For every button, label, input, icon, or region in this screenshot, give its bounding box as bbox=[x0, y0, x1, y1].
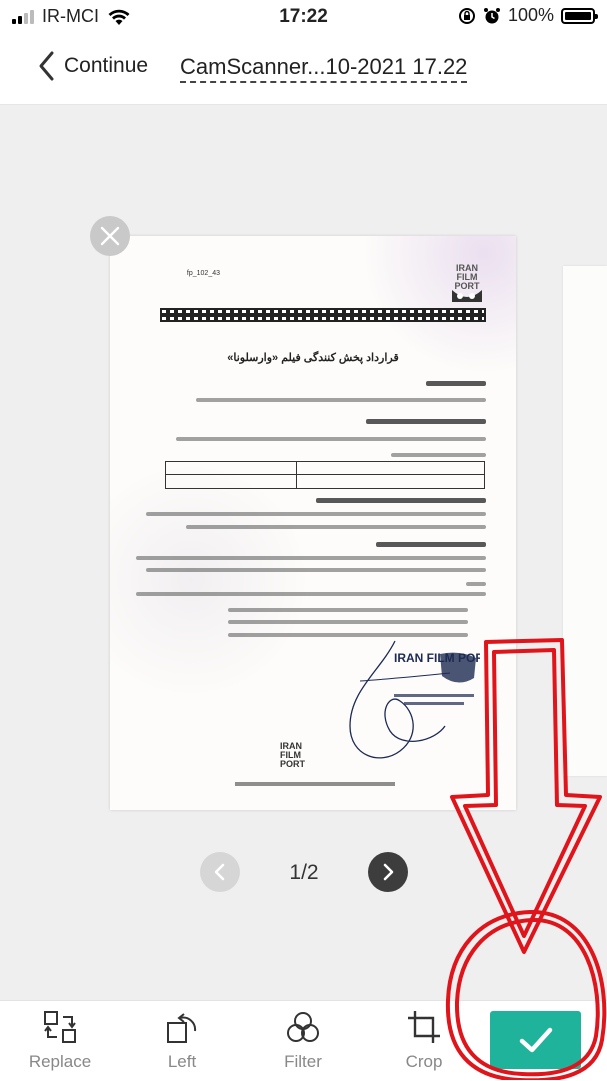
status-bar: IR-MCI 17:22 100% bbox=[0, 0, 607, 34]
text-line bbox=[146, 568, 486, 572]
film-strip-divider bbox=[160, 308, 486, 322]
alarm-icon bbox=[483, 7, 500, 23]
text-line bbox=[136, 556, 486, 560]
scanned-page[interactable]: IRAN FILM PORT fp_102_43 قرارداد پخش کنن… bbox=[110, 236, 516, 810]
crop-icon bbox=[408, 1011, 440, 1043]
text-line bbox=[391, 453, 486, 457]
footer-contact-line bbox=[235, 782, 395, 786]
text-line bbox=[316, 498, 486, 503]
back-button[interactable]: Continue bbox=[36, 50, 148, 82]
document-title[interactable]: CamScanner...10-2021 17.22 bbox=[180, 54, 468, 83]
chevron-left-icon bbox=[39, 51, 54, 81]
page-preview-area[interactable]: IRAN FILM PORT fp_102_43 قرارداد پخش کنن… bbox=[0, 105, 607, 1000]
footer-logo: IRAN FILM PORT bbox=[280, 742, 350, 769]
battery-icon bbox=[561, 7, 598, 24]
text-line bbox=[426, 381, 486, 386]
status-right: 100% bbox=[458, 5, 598, 26]
text-line bbox=[176, 437, 486, 441]
confirm-button[interactable] bbox=[490, 1011, 581, 1069]
text-line bbox=[366, 419, 486, 424]
footer-logo-text: IRAN FILM PORT bbox=[280, 741, 306, 769]
text-line bbox=[186, 525, 486, 529]
text-line bbox=[228, 608, 468, 612]
text-line bbox=[146, 512, 486, 516]
replace-label: Replace bbox=[28, 1052, 92, 1071]
document-table bbox=[165, 461, 485, 489]
text-line bbox=[196, 398, 486, 402]
page-indicator: 1/2 bbox=[289, 861, 319, 884]
document-date-block: fp_102_43 bbox=[160, 268, 220, 279]
rotate-left-icon bbox=[167, 1013, 197, 1043]
document-number: fp_102_43 bbox=[186, 270, 220, 277]
checkmark-icon bbox=[519, 1027, 553, 1053]
next-page-button[interactable] bbox=[368, 852, 408, 892]
rotation-lock-icon bbox=[458, 7, 475, 24]
filter-button[interactable]: Filter bbox=[258, 1009, 348, 1072]
battery-percent: 100% bbox=[507, 5, 554, 25]
chevron-right-icon bbox=[383, 863, 394, 881]
crop-label: Crop bbox=[405, 1052, 443, 1071]
rotate-left-button[interactable]: Left bbox=[137, 1009, 227, 1072]
text-line bbox=[376, 542, 486, 547]
company-stamp: IRAN FILM PORT bbox=[394, 651, 480, 705]
next-page-thumbnail[interactable] bbox=[563, 266, 607, 776]
filter-label: Filter bbox=[284, 1052, 322, 1071]
text-line bbox=[136, 592, 486, 596]
filter-icon bbox=[287, 1012, 319, 1042]
rotate-left-label: Left bbox=[167, 1052, 197, 1071]
film-reel-icon bbox=[452, 290, 482, 302]
back-label: Continue bbox=[64, 54, 149, 77]
text-line bbox=[466, 582, 486, 586]
crop-button[interactable]: Crop bbox=[379, 1009, 469, 1072]
nav-bar: Continue CamScanner...10-2021 17.22 bbox=[0, 34, 607, 105]
replace-icon bbox=[44, 1011, 76, 1043]
chevron-left-icon bbox=[214, 863, 225, 881]
close-icon bbox=[100, 226, 120, 246]
replace-button[interactable]: Replace bbox=[15, 1009, 105, 1072]
remove-page-button[interactable] bbox=[90, 216, 130, 256]
document-heading: قرارداد پخش کنندگی فیلم «وارسلونا» bbox=[227, 352, 399, 364]
text-line bbox=[228, 620, 468, 624]
previous-page-button[interactable] bbox=[200, 852, 240, 892]
